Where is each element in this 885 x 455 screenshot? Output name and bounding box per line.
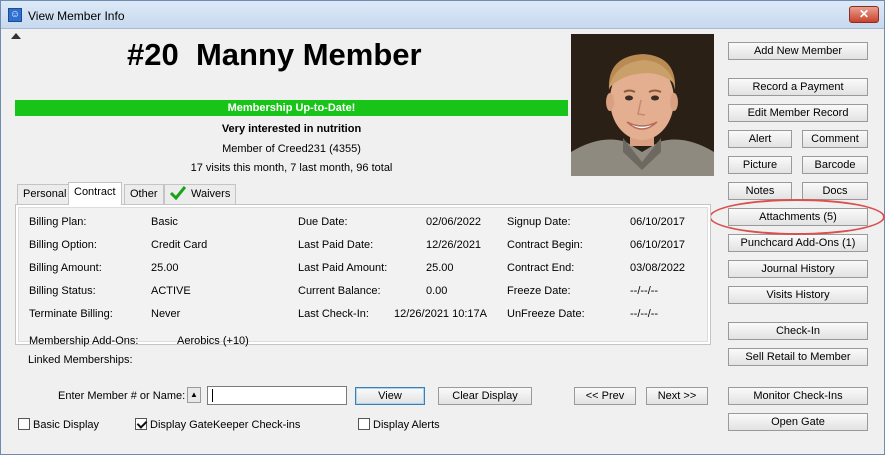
picture-button[interactable]: Picture bbox=[728, 156, 792, 174]
add-new-member-button[interactable]: Add New Member bbox=[728, 42, 868, 60]
billing-status-value: ACTIVE bbox=[151, 285, 191, 297]
contract-tab-panel: Billing Plan: Basic Billing Option: Cred… bbox=[15, 204, 711, 347]
attachments-button[interactable]: Attachments (5) bbox=[728, 208, 868, 226]
enter-member-label: Enter Member # or Name: bbox=[58, 390, 186, 402]
tab-label: Contract bbox=[74, 186, 116, 198]
last-check-in-label: Last Check-In: bbox=[298, 308, 369, 320]
billing-option-label: Billing Option: bbox=[29, 239, 97, 251]
check-in-button[interactable]: Check-In bbox=[728, 322, 868, 340]
member-search-input[interactable] bbox=[207, 386, 347, 405]
person-icon: ☺ bbox=[8, 8, 22, 22]
checkbox-box[interactable] bbox=[358, 418, 370, 430]
view-button[interactable]: View bbox=[355, 387, 425, 405]
billing-amount-value: 25.00 bbox=[151, 262, 179, 274]
basic-display-checkbox[interactable]: Basic Display bbox=[18, 418, 99, 432]
last-paid-date-value: 12/26/2021 bbox=[426, 239, 482, 251]
billing-amount-label: Billing Amount: bbox=[29, 262, 102, 274]
member-heading: #20 Manny Member bbox=[127, 37, 422, 72]
checkbox-label: Display GateKeeper Check-ins bbox=[150, 419, 301, 431]
notes-button[interactable]: Notes bbox=[728, 182, 792, 200]
display-gatekeeper-checkins-checkbox[interactable]: Display GateKeeper Check-ins bbox=[135, 418, 300, 432]
current-balance-value: 0.00 bbox=[426, 285, 448, 297]
alert-button[interactable]: Alert bbox=[728, 130, 792, 148]
due-date-label: Due Date: bbox=[298, 216, 348, 228]
record-payment-button[interactable]: Record a Payment bbox=[728, 78, 868, 96]
visits-summary: 17 visits this month, 7 last month, 96 t… bbox=[190, 162, 393, 174]
billing-plan-value: Basic bbox=[151, 216, 178, 228]
barcode-button[interactable]: Barcode bbox=[802, 156, 868, 174]
contract-begin-label: Contract Begin: bbox=[507, 239, 583, 251]
checkbox-box[interactable] bbox=[18, 418, 30, 430]
terminate-billing-label: Terminate Billing: bbox=[29, 308, 113, 320]
membership-addons-value: Aerobics (+10) bbox=[177, 335, 249, 347]
billing-option-value: Credit Card bbox=[151, 239, 208, 251]
signup-date-value: 06/10/2017 bbox=[630, 216, 686, 228]
checkbox-label: Basic Display bbox=[33, 419, 100, 431]
open-gate-button[interactable]: Open Gate bbox=[728, 413, 868, 431]
due-date-value: 02/06/2022 bbox=[426, 216, 482, 228]
checkbox-box[interactable] bbox=[135, 418, 147, 430]
close-button[interactable]: ✕ bbox=[849, 6, 879, 23]
title-bar[interactable]: ☺ View Member Info ✕ bbox=[1, 1, 884, 29]
docs-button[interactable]: Docs bbox=[802, 182, 868, 200]
tab-label: Personal bbox=[23, 188, 67, 200]
unfreeze-date-value: --/--/-- bbox=[630, 308, 659, 320]
tab-other[interactable]: Other bbox=[124, 184, 164, 204]
last-check-in-value: 12/26/2021 10:17A bbox=[394, 308, 487, 320]
contract-end-label: Contract End: bbox=[507, 262, 575, 274]
collapse-triangle-icon[interactable] bbox=[11, 33, 21, 39]
last-paid-amount-label: Last Paid Amount: bbox=[298, 262, 388, 274]
last-paid-amount-value: 25.00 bbox=[426, 262, 454, 274]
display-alerts-checkbox[interactable]: Display Alerts bbox=[358, 418, 440, 432]
member-portrait bbox=[571, 34, 714, 176]
clear-display-button[interactable]: Clear Display bbox=[438, 387, 532, 405]
membership-status-banner: Membership Up-to-Date! bbox=[15, 100, 568, 116]
signup-date-label: Signup Date: bbox=[507, 216, 571, 228]
member-note: Very interested in nutrition bbox=[221, 123, 362, 135]
member-photo bbox=[571, 34, 714, 176]
checkbox-label: Display Alerts bbox=[373, 419, 440, 431]
last-paid-date-label: Last Paid Date: bbox=[298, 239, 374, 251]
current-balance-label: Current Balance: bbox=[298, 285, 381, 297]
contract-end-value: 03/08/2022 bbox=[630, 262, 686, 274]
sell-retail-button[interactable]: Sell Retail to Member bbox=[728, 348, 868, 366]
visits-history-button[interactable]: Visits History bbox=[728, 286, 868, 304]
tab-label: Waivers bbox=[191, 188, 231, 200]
unfreeze-date-label: UnFreeze Date: bbox=[507, 308, 585, 320]
tab-waivers[interactable]: Waivers bbox=[164, 184, 237, 204]
contract-begin-value: 06/10/2017 bbox=[630, 239, 686, 251]
tab-contract[interactable]: Contract bbox=[68, 182, 122, 205]
text-caret bbox=[212, 389, 213, 402]
edit-member-record-button[interactable]: Edit Member Record bbox=[728, 104, 868, 122]
freeze-date-value: --/--/-- bbox=[630, 285, 659, 297]
member-of-label: Member of Creed231 (4355) bbox=[222, 143, 361, 155]
comment-button[interactable]: Comment bbox=[802, 130, 868, 148]
membership-addons-label: Membership Add-Ons: bbox=[29, 335, 139, 347]
checkmark-icon bbox=[170, 186, 186, 200]
billing-plan-label: Billing Plan: bbox=[29, 216, 87, 228]
next-button[interactable]: Next >> bbox=[646, 387, 708, 405]
terminate-billing-value: Never bbox=[151, 308, 181, 320]
window-title: View Member Info bbox=[28, 9, 125, 23]
freeze-date-label: Freeze Date: bbox=[507, 285, 571, 297]
view-member-info-window: ☺ View Member Info ✕ #20 Manny Member Me… bbox=[0, 0, 885, 455]
billing-status-label: Billing Status: bbox=[29, 285, 96, 297]
search-mode-toggle[interactable]: ▲ bbox=[187, 387, 201, 403]
punchcard-addons-button[interactable]: Punchcard Add-Ons (1) bbox=[728, 234, 868, 252]
monitor-check-ins-button[interactable]: Monitor Check-Ins bbox=[728, 387, 868, 405]
linked-memberships-label: Linked Memberships: bbox=[28, 354, 133, 366]
prev-button[interactable]: << Prev bbox=[574, 387, 636, 405]
tab-label: Other bbox=[130, 188, 158, 200]
tab-personal[interactable]: Personal bbox=[17, 184, 73, 204]
journal-history-button[interactable]: Journal History bbox=[728, 260, 868, 278]
contract-details: Billing Plan: Basic Billing Option: Cred… bbox=[18, 207, 708, 347]
